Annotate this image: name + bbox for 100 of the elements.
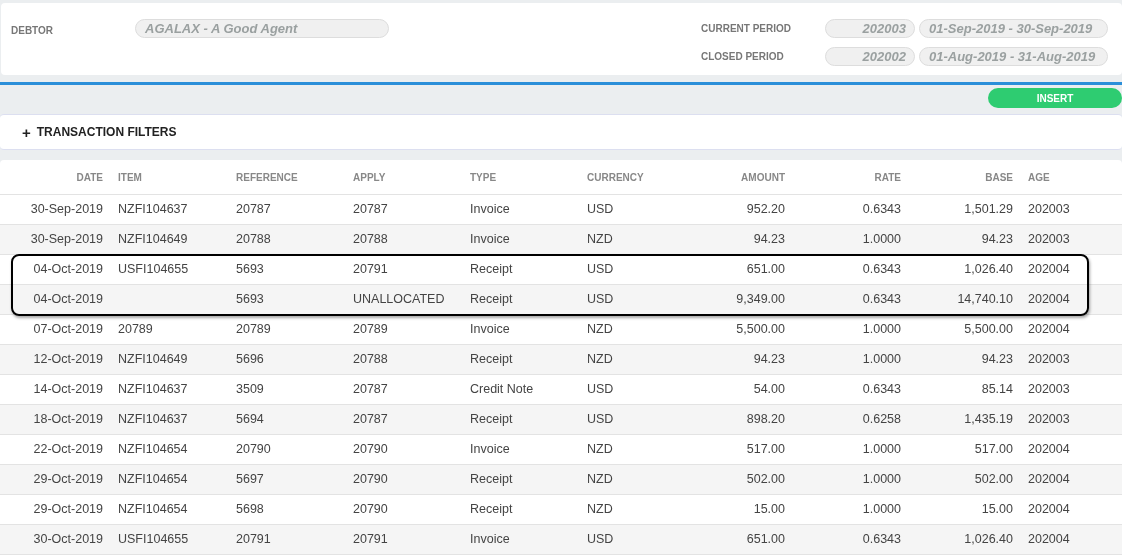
table-cell-text: USFI104655 — [117, 261, 190, 279]
table-cell-text: 20791 — [235, 531, 272, 549]
table-cell-text: NZFI104637 — [117, 411, 189, 429]
table-cell-text: 20789 — [352, 321, 389, 339]
table-cell-text: 5694 — [235, 411, 265, 429]
insert-button[interactable]: INSERT — [988, 88, 1122, 108]
table-cell-text: 5696 — [235, 351, 265, 369]
table-cell-text: NZFI104649 — [117, 351, 189, 369]
table-cell-text: 0.6343 — [861, 531, 902, 549]
table-cell-text: Receipt — [469, 351, 514, 369]
table-cell-text: Invoice — [469, 231, 511, 249]
table-cell-text: 1.0000 — [861, 321, 902, 339]
table-cell-text: Invoice — [469, 201, 511, 219]
table-cell-text: 04-Oct-2019 — [32, 291, 104, 309]
table-cell-text: 1.0000 — [861, 471, 902, 489]
table-cell-text: 20788 — [235, 231, 272, 249]
table-cell-text: 5698 — [235, 501, 265, 519]
table-cell-text: 202004 — [1027, 471, 1071, 489]
field-label: CLOSED PERIOD — [701, 50, 785, 64]
table-cell-text: 202004 — [1027, 261, 1071, 279]
table-cell-text: 14,740.10 — [956, 291, 1014, 309]
table-cell-text: 502.00 — [973, 471, 1014, 489]
table-cell-text: 12-Oct-2019 — [32, 351, 104, 369]
debtor-field[interactable]: AGALAX - A Good Agent — [135, 19, 389, 38]
table-cell-text: NZD — [586, 471, 614, 489]
table-cell-text: Receipt — [469, 501, 514, 519]
table-cell-text: 20790 — [352, 441, 389, 459]
table-cell-text: 202003 — [1027, 411, 1071, 429]
table-cell-text: 5697 — [235, 471, 265, 489]
table-cell-text: 29-Oct-2019 — [32, 501, 104, 519]
field-label: DEBTOR — [11, 24, 55, 38]
table-cell-text: 3509 — [235, 381, 265, 399]
table-cell-text: 0.6258 — [861, 411, 902, 429]
column-header: ITEM — [117, 170, 143, 185]
table-cell-text: 202003 — [1027, 231, 1071, 249]
table-cell-text: UNALLOCATED — [352, 291, 446, 309]
table-cell-text: 1.0000 — [861, 351, 902, 369]
table-cell-text: 202004 — [1027, 501, 1071, 519]
table-cell-text: 517.00 — [973, 441, 1014, 459]
period-field[interactable]: 202003 — [825, 19, 915, 38]
table-cell-text: 898.20 — [745, 411, 786, 429]
table-cell-text: NZFI104654 — [117, 501, 189, 519]
table-cell-text: 202003 — [1027, 351, 1071, 369]
table-cell-text: 517.00 — [745, 441, 786, 459]
table-cell-text: 20789 — [235, 321, 272, 339]
table-cell-text: 1,026.40 — [963, 531, 1014, 549]
table-cell-text: 30-Sep-2019 — [29, 201, 104, 219]
table-cell-text: 202004 — [1027, 531, 1071, 549]
table-cell-text: 07-Oct-2019 — [32, 321, 104, 339]
table-cell-text: 202004 — [1027, 441, 1071, 459]
table-cell-text: Receipt — [469, 261, 514, 279]
date-range-field[interactable]: 01-Sep-2019 - 30-Sep-2019 — [919, 19, 1108, 38]
table-cell-text: 20787 — [352, 411, 389, 429]
table-cell-text: NZFI104637 — [117, 201, 189, 219]
period-field[interactable]: 202002 — [825, 47, 915, 66]
table-cell-text: 0.6343 — [861, 291, 902, 309]
transaction-filters-toggle[interactable]: + TRANSACTION FILTERS — [22, 123, 177, 141]
table-cell-text: 54.00 — [752, 381, 786, 399]
table-cell-text: 202003 — [1027, 381, 1071, 399]
table-cell-text: 15.00 — [980, 501, 1014, 519]
table-cell-text: USD — [586, 411, 615, 429]
table-cell-text: NZFI104654 — [117, 471, 189, 489]
table-cell-text: 1.0000 — [861, 441, 902, 459]
table-cell-text: NZFI104654 — [117, 441, 189, 459]
table-cell-text: 94.23 — [980, 231, 1014, 249]
table-cell-text: 0.6343 — [861, 261, 902, 279]
table-cell-text: Invoice — [469, 441, 511, 459]
table-cell-text: 651.00 — [745, 531, 786, 549]
table-cell-text: USD — [586, 381, 615, 399]
column-header: CURRENCY — [586, 170, 645, 185]
table-cell-text: 94.23 — [980, 351, 1014, 369]
table-cell-text: 952.20 — [745, 201, 786, 219]
table-cell-text: 0.6343 — [861, 381, 902, 399]
table-cell-text: 30-Sep-2019 — [29, 231, 104, 249]
table-cell-text: 1.0000 — [861, 231, 902, 249]
table-cell-text: Receipt — [469, 291, 514, 309]
table-cell-text: 5693 — [235, 291, 265, 309]
table-cell-text: 5,500.00 — [735, 321, 786, 339]
table-cell-text: 14-Oct-2019 — [32, 381, 104, 399]
column-header: REFERENCE — [235, 170, 299, 185]
table-cell-text: USD — [586, 201, 615, 219]
column-header: DATE — [75, 170, 104, 185]
table-cell-text: Receipt — [469, 471, 514, 489]
table-cell-text: 202004 — [1027, 291, 1071, 309]
table-cell-text: NZD — [586, 231, 614, 249]
table-cell-text: USD — [586, 531, 615, 549]
table-cell-text: NZD — [586, 501, 614, 519]
table-cell-text: 20790 — [235, 441, 272, 459]
table-cell-text: Invoice — [469, 321, 511, 339]
table-cell-text: NZD — [586, 441, 614, 459]
table-cell-text: 5693 — [235, 261, 265, 279]
table-cell-text: 22-Oct-2019 — [32, 441, 104, 459]
column-header: RATE — [873, 170, 902, 185]
table-cell-text: 20787 — [352, 381, 389, 399]
table-cell-text: 94.23 — [752, 351, 786, 369]
table-cell-text: NZD — [586, 321, 614, 339]
date-range-field[interactable]: 01-Aug-2019 - 31-Aug-2019 — [919, 47, 1108, 66]
table-cell-text: Receipt — [469, 411, 514, 429]
table-cell-text: 20791 — [352, 261, 389, 279]
table-cell-text: 1,435.19 — [963, 411, 1014, 429]
